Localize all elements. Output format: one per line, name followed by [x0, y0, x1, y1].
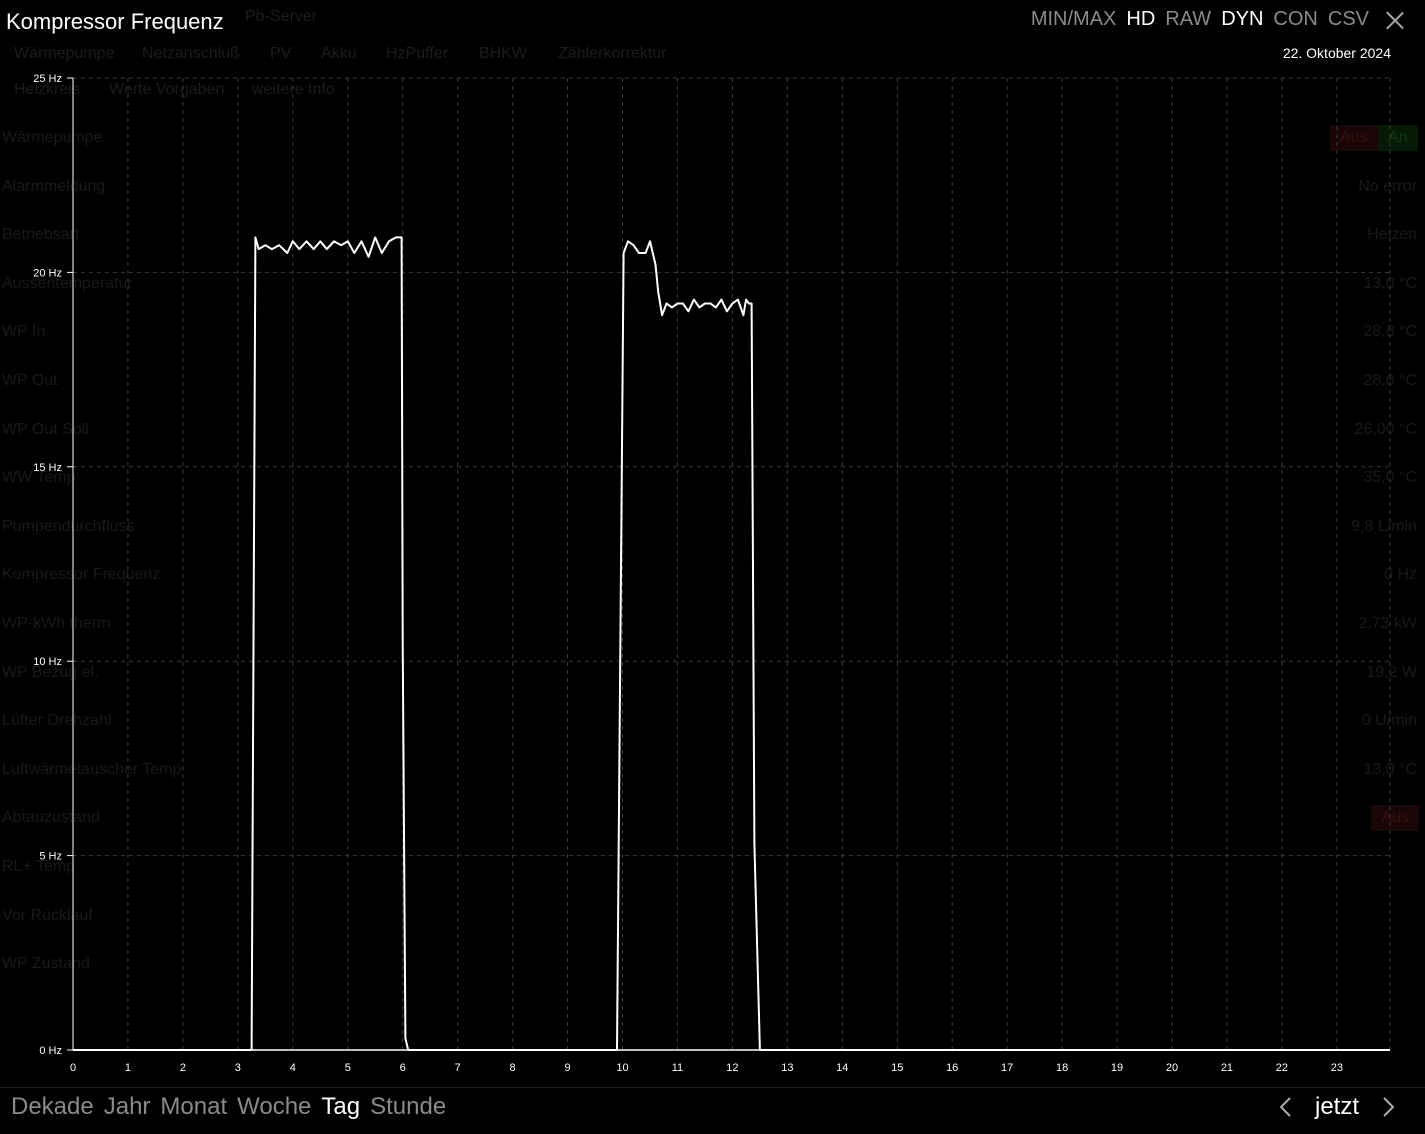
time-navigation: jetzt [1277, 1093, 1397, 1121]
y-tick-label: 5 Hz [39, 851, 62, 863]
range-tag-button[interactable]: Tag [321, 1093, 360, 1121]
x-tick-label: 23 [1331, 1062, 1343, 1074]
x-tick-label: 17 [1001, 1062, 1013, 1074]
frequency-series-line [73, 236, 1390, 1051]
frequency-chart: 0 Hz5 Hz10 Hz15 Hz20 Hz25 Hz0 1 2 3 4 5 6 7 8 9 10… [33, 73, 1391, 1074]
range-monat-button[interactable]: Monat [160, 1093, 227, 1121]
chart-modal: Kompressor Frequenz MIN/MAX HD RAW DYN C… [0, 0, 1425, 1134]
x-tick-label: 21 [1221, 1062, 1233, 1074]
y-tick-label: 25 Hz [33, 73, 62, 85]
x-tick-label: 5 [345, 1062, 351, 1074]
x-tick-label: 6 [400, 1062, 406, 1074]
range-woche-button[interactable]: Woche [237, 1093, 311, 1121]
x-tick-label: 8 [510, 1062, 516, 1074]
x-tick-label: 9 [564, 1062, 570, 1074]
y-tick-label: 20 Hz [33, 267, 62, 279]
x-tick-label: 16 [946, 1062, 958, 1074]
x-tick-label: 20 [1166, 1062, 1178, 1074]
x-tick-label: 10 [616, 1062, 628, 1074]
x-tick-label: 12 [726, 1062, 738, 1074]
now-button[interactable]: jetzt [1315, 1093, 1359, 1121]
x-tick-label: 14 [836, 1062, 848, 1074]
range-dekade-button[interactable]: Dekade [11, 1093, 94, 1121]
x-tick-label: 13 [781, 1062, 793, 1074]
chevron-right-icon[interactable] [1379, 1095, 1397, 1119]
time-range-bar: Dekade Jahr Monat Woche Tag Stunde [11, 1093, 446, 1121]
x-tick-label: 2 [180, 1062, 186, 1074]
x-tick-label: 11 [672, 1062, 683, 1074]
range-jahr-button[interactable]: Jahr [104, 1093, 151, 1121]
x-tick-label: 1 [125, 1062, 131, 1074]
y-tick-label: 10 Hz [33, 656, 62, 668]
x-tick-label: 3 [235, 1062, 241, 1074]
x-tick-label: 15 [891, 1062, 903, 1074]
x-tick-label: 0 [70, 1062, 76, 1074]
x-tick-label: 19 [1111, 1062, 1123, 1074]
chevron-left-icon[interactable] [1277, 1095, 1295, 1119]
x-tick-label: 18 [1056, 1062, 1068, 1074]
x-tick-label: 7 [455, 1062, 461, 1074]
y-tick-label: 0 Hz [39, 1045, 62, 1057]
bottom-divider [0, 1087, 1425, 1088]
y-tick-label: 15 Hz [33, 462, 62, 474]
x-tick-label: 4 [290, 1062, 296, 1074]
x-tick-label: 22 [1276, 1062, 1288, 1074]
range-stunde-button[interactable]: Stunde [370, 1093, 446, 1121]
